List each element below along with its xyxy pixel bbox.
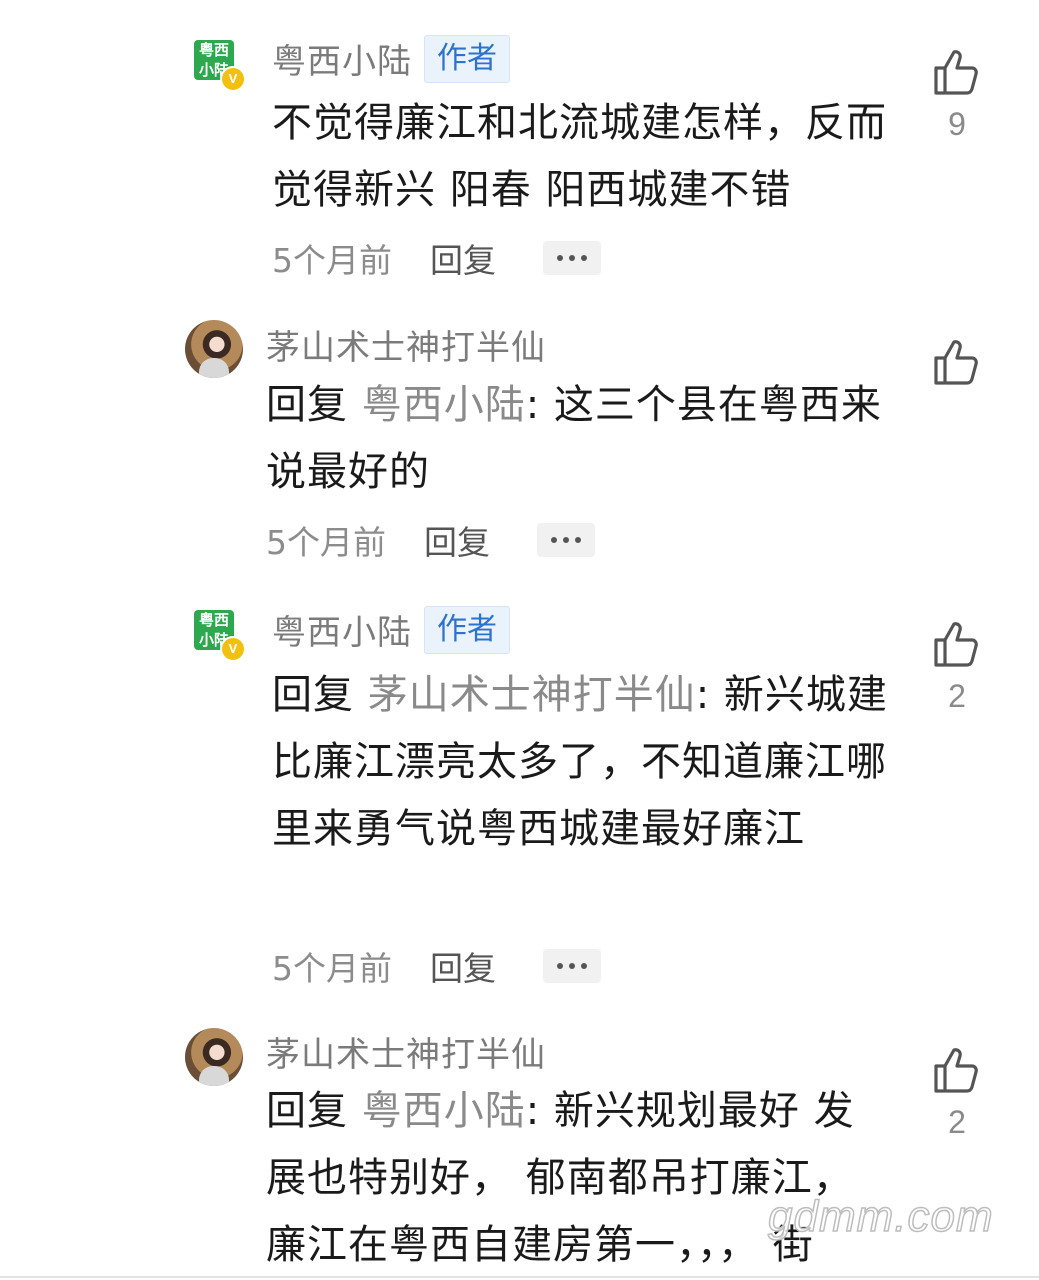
reply-button[interactable]: 回复 xyxy=(430,234,543,282)
more-dots-icon xyxy=(557,963,563,969)
site-watermark: gdmm.com xyxy=(767,1191,994,1242)
thumbs-up-icon xyxy=(934,622,978,667)
avatar[interactable]: 粤西 小陆 V xyxy=(192,608,250,666)
thumbs-up-icon xyxy=(934,50,978,95)
reply-target-username[interactable]: 粤西小陆 xyxy=(362,1088,526,1134)
comment-time: 5个月前 xyxy=(272,949,392,988)
thumbs-up-icon xyxy=(934,1048,978,1093)
username[interactable]: 粤西小陆 xyxy=(272,605,412,654)
reply-button[interactable]: 回复 xyxy=(430,942,543,990)
avatar[interactable]: 粤西 小陆 V xyxy=(192,38,250,96)
author-badge: 作者 xyxy=(424,34,510,83)
comment-text: 回复 茅山术士神打半仙: 新兴城建比廉江漂亮太多了，不知道廉江哪里来勇气说粤西城… xyxy=(272,672,888,852)
reply-prefix: 回复 xyxy=(266,382,362,428)
username[interactable]: 粤西小陆 xyxy=(272,34,412,83)
like-count: 2 xyxy=(948,1104,966,1140)
avatar-photo-figure xyxy=(199,1066,229,1086)
like-button[interactable]: 2 xyxy=(927,620,987,715)
comment-text: 回复 粤西小陆: 新兴规划最好 发展也特别好， 郁南都吊打廉江，廉江在粤西自建房… xyxy=(266,1088,855,1268)
reply-target-username[interactable]: 粤西小陆 xyxy=(362,382,526,428)
more-options-button[interactable] xyxy=(543,241,601,275)
thumbs-up-icon xyxy=(934,340,978,385)
avatar[interactable] xyxy=(185,320,243,378)
verified-badge-icon: V xyxy=(220,636,246,662)
author-badge: 作者 xyxy=(424,605,510,654)
divider xyxy=(0,1276,1039,1278)
comment-text: 不觉得廉江和北流城建怎样，反而觉得新兴 阳春 阳西城建不错 xyxy=(272,100,887,213)
reply-prefix: 回复 xyxy=(272,672,368,718)
comment-time: 5个月前 xyxy=(266,523,386,562)
like-count: 9 xyxy=(948,106,966,142)
like-button[interactable]: 9 xyxy=(927,48,987,143)
more-dots-icon xyxy=(551,537,557,543)
reply-target-username[interactable]: 茅山术士神打半仙 xyxy=(368,672,696,718)
reply-button[interactable]: 回复 xyxy=(424,516,537,564)
like-button[interactable]: 2 xyxy=(927,1046,987,1141)
like-button[interactable] xyxy=(927,338,987,386)
username[interactable]: 茅山术士神打半仙 xyxy=(266,320,546,369)
more-options-button[interactable] xyxy=(543,949,601,983)
like-count: 2 xyxy=(948,678,966,714)
comment-text: 回复 粤西小陆: 这三个县在粤西来说最好的 xyxy=(266,382,882,495)
reply-prefix: 回复 xyxy=(266,1088,362,1134)
username[interactable]: 茅山术士神打半仙 xyxy=(266,1027,546,1076)
avatar[interactable] xyxy=(185,1028,243,1086)
more-dots-icon xyxy=(557,255,563,261)
more-options-button[interactable] xyxy=(537,523,595,557)
comment-time: 5个月前 xyxy=(272,241,392,280)
avatar-photo-figure xyxy=(199,358,229,378)
verified-badge-icon: V xyxy=(220,66,246,92)
